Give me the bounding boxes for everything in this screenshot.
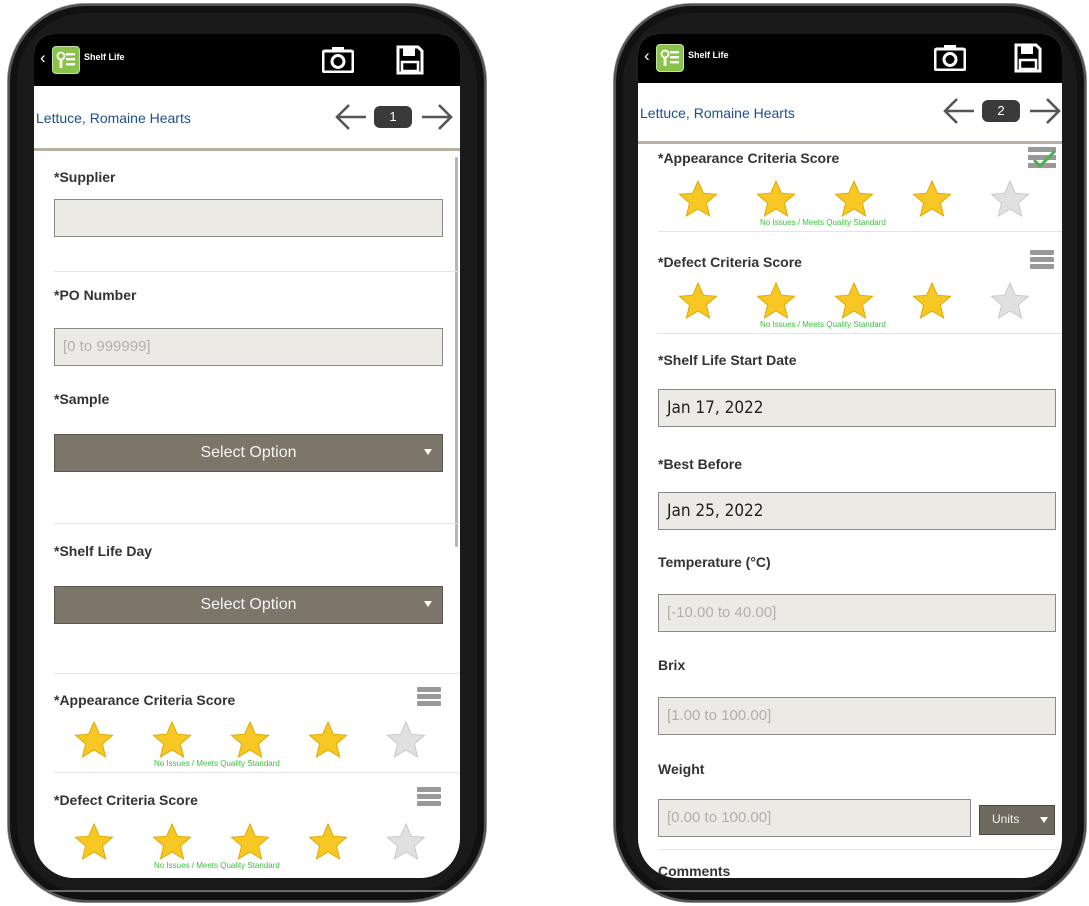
chevron-left-icon[interactable]: ‹ — [644, 46, 650, 66]
form: *Supplier *PO Number [0 to 999999] *Samp… — [34, 151, 460, 878]
star-filled-icon[interactable] — [308, 823, 348, 861]
star-filled-icon[interactable] — [678, 282, 718, 320]
star-filled-icon[interactable] — [678, 180, 718, 218]
best-before-field[interactable]: Jan 25, 2022 — [658, 492, 1056, 530]
app-toolbar: ‹ Shelf Life — [638, 34, 1062, 83]
divider — [54, 271, 460, 272]
product-name[interactable]: Lettuce, Romaine Hearts — [640, 105, 795, 121]
record-header: Lettuce, Romaine Hearts 2 — [638, 83, 1062, 144]
supplier-label: *Supplier — [54, 169, 116, 185]
star-empty-icon[interactable] — [990, 180, 1030, 218]
app-toolbar: ‹ Shelf Life — [34, 34, 460, 86]
list-icon[interactable] — [417, 787, 441, 807]
star-filled-icon[interactable] — [152, 823, 192, 861]
star-filled-icon[interactable] — [152, 721, 192, 759]
star-empty-icon[interactable] — [386, 823, 426, 861]
star-empty-icon[interactable] — [386, 721, 426, 759]
camera-icon[interactable] — [933, 43, 967, 76]
product-name[interactable]: Lettuce, Romaine Hearts — [36, 110, 191, 126]
po-number-label: *PO Number — [54, 287, 137, 303]
units-select-value: Units — [992, 812, 1020, 826]
shelf-life-day-select[interactable]: Select Option — [54, 586, 443, 624]
app-logo-icon — [656, 44, 684, 72]
checklist-icon[interactable] — [1028, 146, 1058, 175]
sample-select-value: Select Option — [200, 444, 297, 461]
page-navigator: 1 — [334, 102, 454, 132]
scrollbar[interactable] — [455, 157, 458, 547]
brix-label: Brix — [658, 657, 686, 673]
divider — [658, 333, 1062, 334]
star-filled-icon[interactable] — [756, 180, 796, 218]
arrow-right-icon[interactable] — [1028, 96, 1062, 126]
appearance-score-caption: No Issues / Meets Quality Standard — [154, 759, 280, 768]
list-icon[interactable] — [1030, 250, 1054, 270]
start-date-field[interactable]: Jan 17, 2022 — [658, 389, 1056, 427]
temperature-field[interactable]: [-10.00 to 40.00] — [658, 594, 1056, 632]
app-title: Shelf Life — [84, 52, 125, 62]
star-filled-icon[interactable] — [834, 180, 874, 218]
caret-down-icon — [424, 601, 432, 607]
app-title: Shelf Life — [688, 50, 729, 60]
page-number: 1 — [374, 106, 412, 128]
form: *Appearance Criteria Score No Issues / M… — [638, 144, 1062, 878]
defect-score-label: *Defect Criteria Score — [54, 792, 198, 808]
defect-score-caption: No Issues / Meets Quality Standard — [760, 320, 886, 329]
arrow-right-icon[interactable] — [420, 102, 454, 132]
star-filled-icon[interactable] — [834, 282, 874, 320]
weight-field[interactable]: [0.00 to 100.00] — [658, 799, 971, 837]
units-select[interactable]: Units — [979, 805, 1055, 835]
divider — [54, 523, 460, 524]
star-filled-icon[interactable] — [308, 721, 348, 759]
chevron-left-icon[interactable]: ‹ — [40, 48, 46, 68]
divider — [54, 772, 460, 773]
supplier-field[interactable] — [54, 199, 443, 237]
brix-field[interactable]: [1.00 to 100.00] — [658, 697, 1056, 735]
camera-icon[interactable] — [321, 45, 355, 78]
star-filled-icon[interactable] — [230, 823, 270, 861]
defect-score-caption: No Issues / Meets Quality Standard — [154, 861, 280, 870]
star-filled-icon[interactable] — [756, 282, 796, 320]
best-before-label: *Best Before — [658, 456, 743, 472]
save-icon[interactable] — [396, 45, 424, 80]
appearance-score-caption: No Issues / Meets Quality Standard — [760, 218, 886, 227]
divider — [658, 849, 1062, 850]
arrow-left-icon[interactable] — [334, 102, 368, 132]
appearance-score-label: *Appearance Criteria Score — [658, 150, 840, 166]
shelf-life-day-label: *Shelf Life Day — [54, 543, 153, 559]
phone-frame-left: ‹ Shelf Life Lettuce, Romaine Hearts 1 *… — [8, 4, 486, 902]
weight-label: Weight — [658, 761, 705, 777]
arrow-left-icon[interactable] — [942, 96, 976, 126]
list-icon[interactable] — [417, 687, 441, 707]
star-filled-icon[interactable] — [912, 282, 952, 320]
record-header: Lettuce, Romaine Hearts 1 — [34, 86, 460, 151]
phone-frame-right: ‹ Shelf Life Lettuce, Romaine Hearts 2 *… — [614, 4, 1086, 902]
screen: ‹ Shelf Life Lettuce, Romaine Hearts 2 *… — [638, 34, 1062, 878]
screen: ‹ Shelf Life Lettuce, Romaine Hearts 1 *… — [34, 34, 460, 878]
po-number-field[interactable]: [0 to 999999] — [54, 328, 443, 366]
page-navigator: 2 — [942, 96, 1062, 126]
shelf-life-day-select-value: Select Option — [200, 596, 297, 613]
star-filled-icon[interactable] — [74, 823, 114, 861]
sample-label: *Sample — [54, 391, 110, 407]
star-empty-icon[interactable] — [990, 282, 1030, 320]
start-date-label: *Shelf Life Start Date — [658, 352, 797, 368]
caret-down-icon — [1040, 817, 1048, 823]
page-number: 2 — [982, 100, 1020, 122]
defect-score-label: *Defect Criteria Score — [658, 254, 802, 270]
star-filled-icon[interactable] — [912, 180, 952, 218]
divider — [658, 231, 1062, 232]
star-filled-icon[interactable] — [74, 721, 114, 759]
comments-label: Comments — [658, 863, 731, 878]
app-logo-icon — [52, 46, 80, 74]
appearance-score-label: *Appearance Criteria Score — [54, 692, 236, 708]
save-icon[interactable] — [1014, 43, 1042, 78]
divider — [54, 673, 460, 674]
sample-select[interactable]: Select Option — [54, 434, 443, 472]
caret-down-icon — [424, 449, 432, 455]
star-filled-icon[interactable] — [230, 721, 270, 759]
temperature-label: Temperature (°C) — [658, 554, 771, 570]
